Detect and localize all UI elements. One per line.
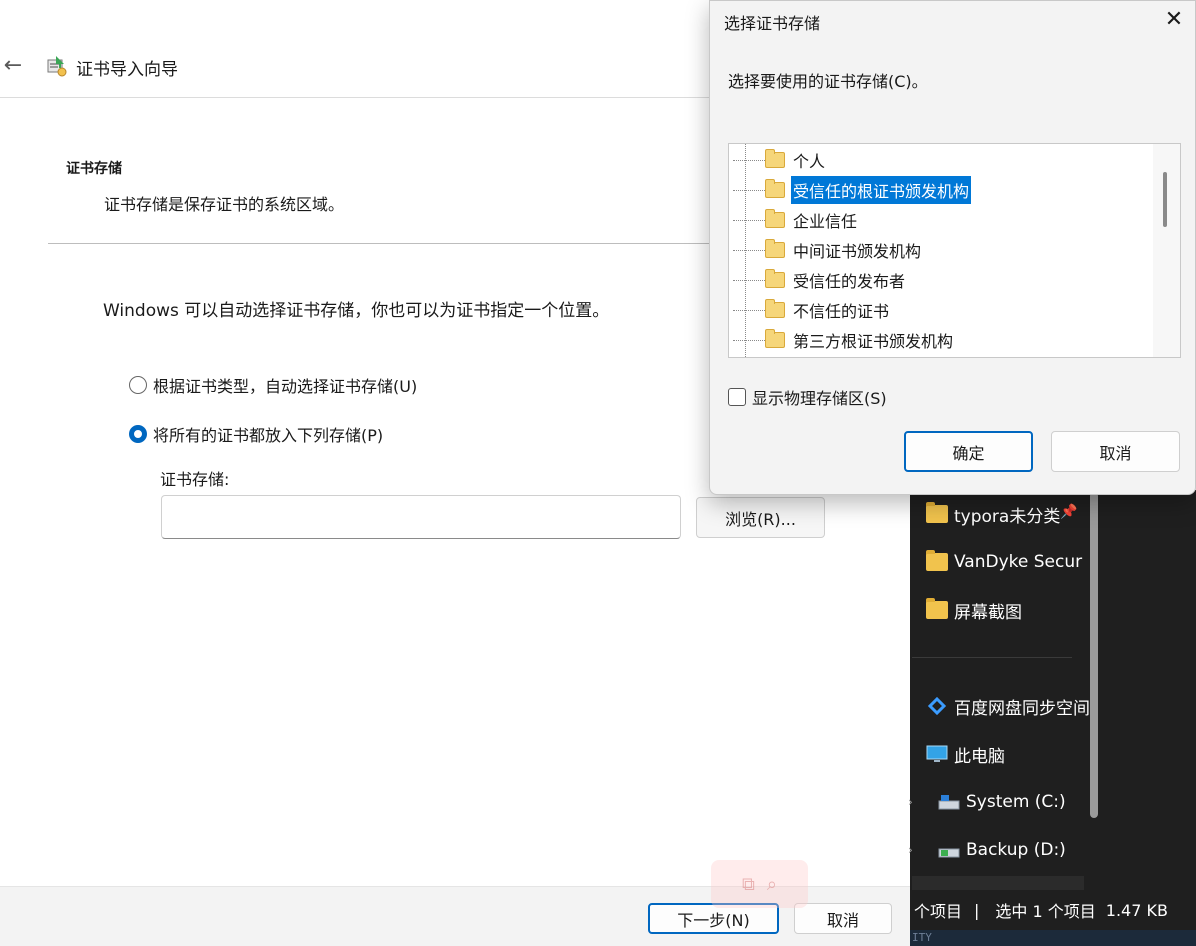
wizard-title: 证书导入向导 (76, 60, 178, 80)
checkbox-label: 显示物理存储区(S) (752, 389, 887, 408)
nav-item-label: 屏幕截图 (954, 602, 1022, 623)
folder-icon (765, 269, 785, 288)
nav-item-screenshots[interactable]: 屏幕截图 (926, 588, 1098, 632)
background-window-strip: ITY (910, 930, 1196, 946)
chevron-right-icon[interactable]: › (908, 795, 913, 809)
tree-item-label: 受信任的根证书颁发机构 (791, 176, 972, 204)
tree-item-selected[interactable]: 受信任的根证书颁发机构 (729, 176, 1159, 204)
certificate-store-input[interactable] (161, 495, 681, 539)
dialog-title: 选择证书存储 (724, 14, 821, 33)
nav-item-backup-d[interactable]: Backup (D:) (938, 828, 1110, 872)
folder-icon (765, 329, 785, 348)
section-title: 证书存储 (66, 161, 122, 177)
tree-connector (733, 219, 765, 221)
nav-item-vandyke[interactable]: VanDyke Secur (926, 540, 1098, 584)
tree-connector (733, 309, 765, 311)
explorer-scrollbar[interactable] (1090, 492, 1098, 818)
folder-icon (765, 149, 785, 168)
section-description: 证书存储是保存证书的系统区域。 (104, 195, 345, 214)
status-size: 1.47 KB (1105, 900, 1168, 920)
tree-item-label: 不信任的证书 (793, 302, 890, 321)
browse-button[interactable]: 浏览(R)... (696, 497, 825, 538)
tree-item-label: 中间证书颁发机构 (793, 242, 922, 261)
tree-item-label: 受信任的发布者 (793, 272, 906, 291)
drive-icon (938, 793, 960, 811)
drive-icon (938, 841, 960, 859)
tree-item[interactable]: 企业信任 (729, 206, 1159, 234)
nav-item-label: typora未分类 (954, 506, 1061, 527)
tree-connector (733, 279, 765, 281)
nav-item-this-pc[interactable]: 此电脑 (926, 732, 1098, 776)
nav-item-label: 百度网盘同步空间 (954, 698, 1090, 719)
folder-icon (926, 550, 948, 571)
status-item-count: 个项目 (914, 902, 963, 921)
nav-divider (912, 657, 1072, 658)
tree-scrollbar-thumb[interactable] (1163, 172, 1167, 227)
screenshot-tool-watermark: ⧉ ⌕ (711, 860, 808, 908)
chevron-right-icon[interactable]: › (908, 843, 913, 857)
nav-item-label: 此电脑 (954, 746, 1005, 767)
tree-item[interactable]: 第三方根证书颁发机构 (729, 326, 1159, 354)
radio-auto-indicator[interactable] (129, 376, 147, 394)
folder-icon (765, 299, 785, 318)
radio-manual-label: 将所有的证书都放入下列存储(P) (153, 426, 384, 445)
search-icon: ⌕ (766, 873, 777, 895)
tree-item[interactable]: 受信任的发布者 (729, 266, 1159, 294)
pin-icon: 📌 (1060, 504, 1078, 520)
close-icon[interactable]: ✕ (1158, 6, 1190, 34)
folder-icon (765, 239, 785, 258)
show-physical-stores-checkbox[interactable]: 显示物理存储区(S) (728, 385, 887, 409)
tree-scrollbar-track[interactable] (1153, 144, 1180, 357)
baidu-sync-icon (926, 696, 948, 716)
status-separator: | (974, 900, 980, 920)
explorer-status-bar: 个项目 | 选中 1 个项目 1.47 KB (910, 890, 1196, 930)
ocr-icon: ⧉ (742, 873, 755, 895)
certificate-wizard-icon (44, 54, 68, 78)
tree-item-label: 第三方根证书颁发机构 (793, 332, 954, 351)
radio-manual-select-store[interactable]: 将所有的证书都放入下列存储(P) (129, 422, 383, 446)
folder-icon (765, 209, 785, 228)
folder-icon (926, 598, 948, 619)
ok-button[interactable]: 确定 (904, 431, 1033, 472)
tree-connector (733, 249, 765, 251)
nav-item-baidu-sync[interactable]: 百度网盘同步空间 (926, 684, 1098, 728)
wizard-cancel-button[interactable]: 取消 (794, 903, 892, 934)
status-selected: 选中 1 个项目 (995, 902, 1096, 921)
tree-item[interactable]: 不信任的证书 (729, 296, 1159, 324)
back-arrow-icon[interactable]: ← (0, 52, 26, 80)
nav-item-label: VanDyke Secur (954, 552, 1083, 572)
nav-item-system-c[interactable]: System (C:) (938, 780, 1110, 824)
nav-hover-strip (912, 876, 1084, 890)
tree-item[interactable]: 中间证书颁发机构 (729, 236, 1159, 264)
dialog-cancel-button[interactable]: 取消 (1051, 431, 1180, 472)
tree-connector (733, 339, 765, 341)
tree-item[interactable]: 个人 (729, 146, 1159, 174)
dialog-prompt: 选择要使用的证书存储(C)。 (728, 72, 928, 91)
select-certificate-store-dialog: 选择证书存储 ✕ 选择要使用的证书存储(C)。 个人 受信任的根证书颁发机构 企… (709, 0, 1196, 495)
nav-item-label: Backup (D:) (966, 840, 1066, 860)
folder-icon (765, 179, 785, 198)
radio-auto-select-store[interactable]: 根据证书类型，自动选择证书存储(U) (129, 373, 417, 397)
tree-connector (733, 189, 765, 191)
nav-item-label: System (C:) (966, 792, 1066, 812)
folder-icon (926, 502, 948, 523)
tree-connector (733, 159, 765, 161)
radio-manual-indicator[interactable] (129, 425, 147, 443)
checkbox-box[interactable] (728, 388, 746, 406)
certificate-store-label: 证书存储: (160, 470, 230, 489)
tree-item-label: 企业信任 (793, 212, 858, 231)
certificate-store-tree[interactable]: 个人 受信任的根证书颁发机构 企业信任 中间证书颁发机构 受信任的发布者 不信任… (728, 143, 1181, 358)
radio-auto-label: 根据证书类型，自动选择证书存储(U) (153, 377, 418, 396)
intro-text: Windows 可以自动选择证书存储，你也可以为证书指定一个位置。 (103, 301, 610, 321)
computer-icon (926, 745, 948, 763)
tree-item-label: 个人 (793, 152, 826, 171)
